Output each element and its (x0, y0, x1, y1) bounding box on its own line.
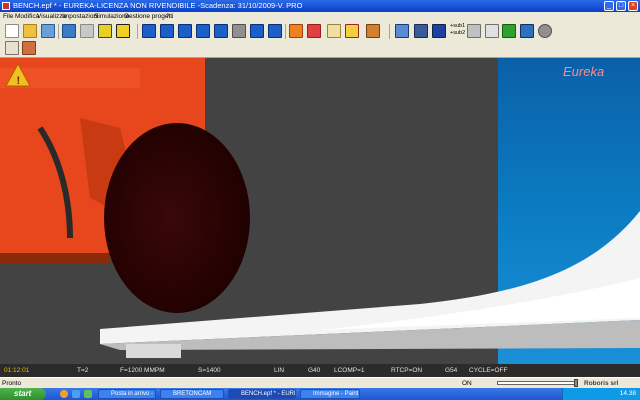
grid-icon[interactable] (80, 24, 94, 38)
speed-slider[interactable] (497, 379, 578, 387)
feed-rate: F=1200 MMPM (120, 367, 165, 374)
minimize-button[interactable]: _ (604, 1, 614, 11)
monitor-icon[interactable] (414, 24, 428, 38)
tool-number: T=2 (77, 367, 89, 374)
report-icon[interactable] (5, 41, 19, 55)
pencil-icon[interactable] (307, 24, 321, 38)
cnc-status-bar: 01:12:01 T=2 F=1200 MMPM S=1400 LIN G40 … (0, 364, 640, 377)
spindle-base (0, 253, 110, 263)
outlook-quicklaunch-icon[interactable] (72, 390, 80, 398)
window-layout-icon[interactable] (395, 24, 409, 38)
spindle-speed: S=1400 (198, 367, 221, 374)
sub1-label[interactable]: +sub1 (450, 23, 465, 29)
interpolation-mode: LIN (274, 367, 285, 374)
step-back-icon[interactable] (160, 24, 174, 38)
machine-view-icon[interactable] (62, 24, 76, 38)
workpiece-support (126, 344, 181, 358)
document-icon[interactable] (327, 24, 341, 38)
pause-icon[interactable] (232, 24, 246, 38)
collision-icon[interactable] (289, 24, 303, 38)
reset-icon[interactable] (268, 24, 282, 38)
app-icon[interactable] (2, 2, 10, 10)
taskbar-item-outlook[interactable]: Posta in arrivo - Micro... (98, 389, 156, 399)
system-tray: 14.38 (562, 388, 640, 400)
move-arrows-icon[interactable] (502, 24, 516, 38)
menu-bar: File Modifica Visualizza Impostazioni Si… (0, 12, 640, 22)
status-bar: Pronto ON Roboris srl (0, 377, 640, 388)
list-icon[interactable] (485, 24, 499, 38)
elapsed-time: 01:12:01 (4, 367, 30, 374)
new-file-icon[interactable] (5, 24, 19, 38)
alert-document-icon[interactable] (345, 24, 359, 38)
title-bar: BENCH.epf * - EUREKA-LICENZA NON RIVENDI… (0, 0, 640, 12)
taskbar: start Posta in arrivo - Micro... BRETONC… (0, 388, 640, 400)
play-icon[interactable] (214, 24, 228, 38)
axes-icon[interactable] (432, 24, 446, 38)
svg-text:!: ! (17, 75, 21, 87)
cube-yellow-icon[interactable] (98, 24, 112, 38)
scene-svg: ! (0, 58, 640, 364)
menu-file[interactable]: File (3, 13, 13, 20)
taskbar-item-bretoncam[interactable]: BRETONCAM (160, 389, 224, 399)
maximize-button[interactable]: □ (616, 1, 626, 11)
menu-help[interactable]: ? (166, 13, 170, 20)
company-name: Roboris srl (584, 380, 619, 387)
open-folder-icon[interactable] (23, 24, 37, 38)
close-button[interactable]: × (628, 1, 638, 11)
fast-forward-icon[interactable] (196, 24, 210, 38)
cutting-disk (104, 123, 250, 313)
gear-icon[interactable] (538, 24, 552, 38)
toolbar-separator (285, 24, 286, 39)
machine-parts-icon[interactable] (467, 24, 481, 38)
slider-thumb[interactable] (574, 379, 578, 387)
g40-mode: G40 (308, 367, 321, 374)
step-forward-icon[interactable] (178, 24, 192, 38)
rtcp-status: RTCP=ON (391, 367, 423, 374)
taskbar-item-eureka[interactable]: BENCH.epf * - EUREK... (228, 389, 296, 399)
save-icon[interactable] (41, 24, 55, 38)
on-indicator: ON (462, 380, 472, 387)
toolbar-separator (58, 24, 59, 39)
length-compensation: LCOMP=1 (334, 367, 365, 374)
clock: 14.38 (619, 390, 636, 397)
desktop-quicklaunch-icon[interactable] (84, 390, 92, 398)
eureka-logo: Eureka (563, 64, 605, 79)
start-label: start (14, 389, 32, 398)
start-button[interactable]: start (0, 388, 46, 400)
hammer-icon[interactable] (366, 24, 380, 38)
browser-quicklaunch-icon[interactable] (60, 390, 68, 398)
work-offset: G54 (445, 367, 458, 374)
toolbar-separator (137, 24, 138, 39)
sub2-label[interactable]: +sub2 (450, 30, 465, 36)
step-start-icon[interactable] (142, 24, 156, 38)
taskbar-item-paint[interactable]: Immagine - Paint (300, 389, 360, 399)
keyboard-icon[interactable] (520, 24, 534, 38)
status-text: Pronto (2, 380, 22, 387)
menu-modifica[interactable]: Modifica (15, 13, 39, 20)
stop-icon[interactable] (250, 24, 264, 38)
simulation-viewport[interactable]: ! Eureka (0, 58, 640, 364)
export-icon[interactable] (22, 41, 36, 55)
cycle-status: CYCLE=OFF (469, 367, 508, 374)
window-title: BENCH.epf * - EUREKA-LICENZA NON RIVENDI… (13, 1, 303, 10)
cube-dropdown-icon[interactable] (116, 24, 130, 38)
toolbar-separator (389, 24, 390, 39)
